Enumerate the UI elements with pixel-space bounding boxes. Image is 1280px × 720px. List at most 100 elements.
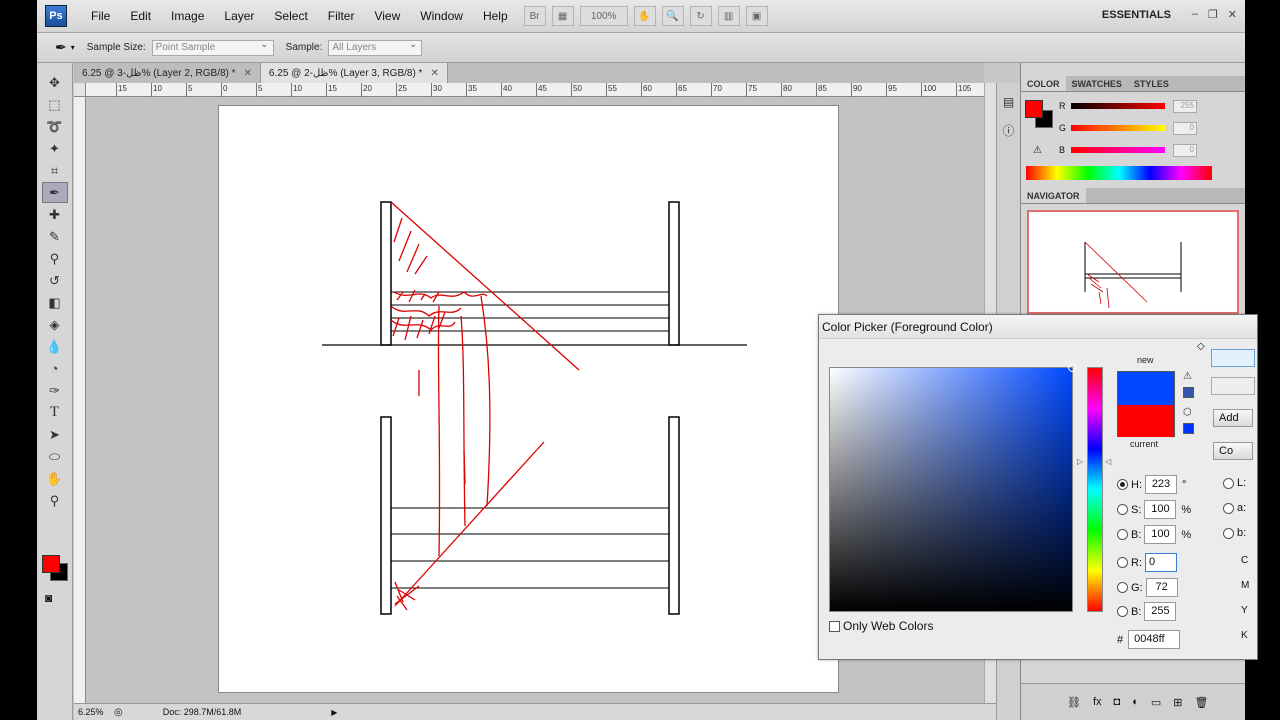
histogram-icon[interactable]: ▤ <box>1000 93 1018 111</box>
add-to-swatches-button[interactable]: Add <box>1213 409 1253 427</box>
only-web-colors-checkbox[interactable] <box>829 620 840 632</box>
g-slider[interactable] <box>1071 125 1165 131</box>
hex-input[interactable]: 0048ff <box>1128 630 1181 649</box>
saturation-brightness-field[interactable] <box>829 363 1077 612</box>
panel-foreground-swatch[interactable] <box>1025 100 1043 118</box>
out-of-gamut-icon[interactable]: ⚠ <box>1183 371 1192 382</box>
saturation-input[interactable]: 100 <box>1144 500 1177 519</box>
green-input[interactable]: 72 <box>1145 578 1178 597</box>
close-tab-icon[interactable]: ✕ <box>244 68 252 79</box>
clone-stamp-tool-icon[interactable]: ⚲ <box>42 248 68 269</box>
b-value[interactable]: 0 <box>1173 143 1197 157</box>
tab-color[interactable]: COLOR <box>1021 76 1066 91</box>
eyedropper-tool-icon[interactable]: ✒ <box>41 182 68 203</box>
r-slider[interactable] <box>1071 103 1165 109</box>
gamut-color-swatch[interactable] <box>1183 387 1194 398</box>
bridge-icon[interactable]: Br <box>523 6 546 26</box>
close-icon[interactable]: ✕ <box>1228 8 1237 21</box>
brightness-input[interactable]: 100 <box>1144 525 1177 544</box>
rotate-view-icon[interactable]: ↻ <box>689 6 712 26</box>
hue-slider[interactable] <box>1087 367 1103 612</box>
menu-image[interactable]: Image <box>161 9 214 23</box>
minimize-icon[interactable]: – <box>1192 8 1198 21</box>
document-tab[interactable]: 6.25 @ 3-ظل% (Layer 2, RGB/8) * ✕ <box>74 63 261 83</box>
foreground-color-swatch[interactable] <box>42 555 60 573</box>
blur-tool-icon[interactable]: 💧 <box>42 336 68 357</box>
tool-preset-chevron-icon[interactable]: ▾ <box>71 43 75 52</box>
hand-tool-icon[interactable]: ✋ <box>633 6 656 26</box>
document-canvas[interactable] <box>218 105 839 693</box>
eyedropper-tool-icon[interactable]: ✒ <box>55 39 67 56</box>
menu-file[interactable]: File <box>81 9 120 23</box>
history-brush-tool-icon[interactable]: ↺ <box>42 270 68 291</box>
screen-mode-icon[interactable]: ▣ <box>745 6 768 26</box>
color-spectrum-bar[interactable] <box>1026 166 1212 180</box>
menu-help[interactable]: Help <box>473 9 518 23</box>
sample-select[interactable]: All Layers <box>328 38 423 56</box>
web-safe-cube-icon[interactable]: ⬡ <box>1183 407 1192 418</box>
navigator-preview[interactable] <box>1027 210 1239 314</box>
blue-radio[interactable] <box>1117 606 1128 617</box>
link-layers-icon[interactable]: ⛓ <box>1067 696 1081 709</box>
layer-mask-icon[interactable]: ◘ <box>1114 696 1121 709</box>
green-radio[interactable] <box>1117 582 1128 593</box>
dodge-tool-icon[interactable]: ◔ <box>42 358 68 379</box>
shape-tool-icon[interactable]: ⬭ <box>42 446 68 467</box>
zoom-tool-icon[interactable]: ⚲ <box>42 490 68 511</box>
hue-slider-right-handle[interactable]: ◁ <box>1105 457 1111 466</box>
type-tool-icon[interactable]: T <box>42 402 68 423</box>
only-web-colors[interactable]: Only Web Colors <box>829 619 933 633</box>
channel-g[interactable]: G 0 <box>1059 121 1209 135</box>
paint-bucket-tool-icon[interactable]: ◈ <box>42 314 68 335</box>
lasso-tool-icon[interactable]: ➰ <box>42 116 68 137</box>
ok-button[interactable] <box>1211 349 1255 367</box>
hand-tool-icon[interactable]: ✋ <box>42 468 68 489</box>
pen-tool-icon[interactable]: ✑ <box>42 380 68 401</box>
brush-tool-icon[interactable]: ✎ <box>42 226 68 247</box>
crop-tool-icon[interactable]: ⌗ <box>42 160 68 181</box>
channel-r[interactable]: R 255 <box>1059 99 1209 113</box>
ruler-origin[interactable] <box>74 83 86 97</box>
quick-mask-icon[interactable]: ◙ <box>45 591 52 605</box>
move-tool-icon[interactable]: ✥ <box>42 72 68 93</box>
new-group-icon[interactable]: ▭ <box>1151 696 1161 709</box>
lab-b-radio[interactable] <box>1223 527 1234 539</box>
zoom-readout[interactable]: 6.25% <box>74 707 114 717</box>
new-layer-icon[interactable]: ⊞ <box>1173 696 1182 709</box>
color-cursor[interactable] <box>1068 363 1077 372</box>
sample-size-select[interactable]: Point Sample <box>151 38 274 56</box>
info-icon[interactable]: ⓘ <box>1000 121 1018 139</box>
zoom-tool-icon[interactable]: 🔍 <box>661 6 684 26</box>
red-input[interactable]: 0 <box>1145 553 1177 572</box>
g-value[interactable]: 0 <box>1173 121 1197 135</box>
color-libraries-button[interactable]: Co <box>1213 442 1253 460</box>
lab-l-radio[interactable] <box>1223 477 1234 489</box>
delete-layer-icon[interactable]: 🗑 <box>1194 696 1208 709</box>
healing-brush-tool-icon[interactable]: ✚ <box>42 204 68 225</box>
path-selection-tool-icon[interactable]: ➤ <box>42 424 68 445</box>
eraser-tool-icon[interactable]: ◧ <box>42 292 68 313</box>
layer-style-icon[interactable]: fx <box>1093 696 1102 709</box>
document-tab-active[interactable]: 6.25 @ 2-ظل% (Layer 3, RGB/8) * ✕ <box>260 63 448 83</box>
menu-edit[interactable]: Edit <box>120 9 161 23</box>
vertical-ruler[interactable] <box>74 97 86 703</box>
gamut-warning-icon[interactable]: ⚠ <box>1033 145 1042 156</box>
red-radio[interactable] <box>1117 557 1128 568</box>
arrange-documents-icon[interactable]: ▥ <box>717 6 740 26</box>
channel-b[interactable]: B 0 <box>1059 143 1209 157</box>
menu-layer[interactable]: Layer <box>214 9 264 23</box>
menu-filter[interactable]: Filter <box>318 9 365 23</box>
status-arrow-icon[interactable]: ▶ <box>331 708 337 717</box>
r-value[interactable]: 255 <box>1173 99 1197 113</box>
hue-slider-left-handle[interactable]: ▷ <box>1077 457 1083 466</box>
adjustment-layer-icon[interactable]: ◐ <box>1132 696 1139 709</box>
magic-wand-tool-icon[interactable]: ✦ <box>42 138 68 159</box>
hue-input[interactable]: 223 <box>1145 475 1177 494</box>
restore-icon[interactable]: ❐ <box>1208 8 1218 21</box>
status-menu-icon[interactable]: ◎ <box>114 707 123 718</box>
menu-window[interactable]: Window <box>410 9 473 23</box>
brightness-radio[interactable] <box>1117 529 1128 540</box>
current-color-swatch[interactable] <box>1118 405 1174 437</box>
saturation-radio[interactable] <box>1117 504 1128 515</box>
web-safe-color-swatch[interactable] <box>1183 423 1194 434</box>
